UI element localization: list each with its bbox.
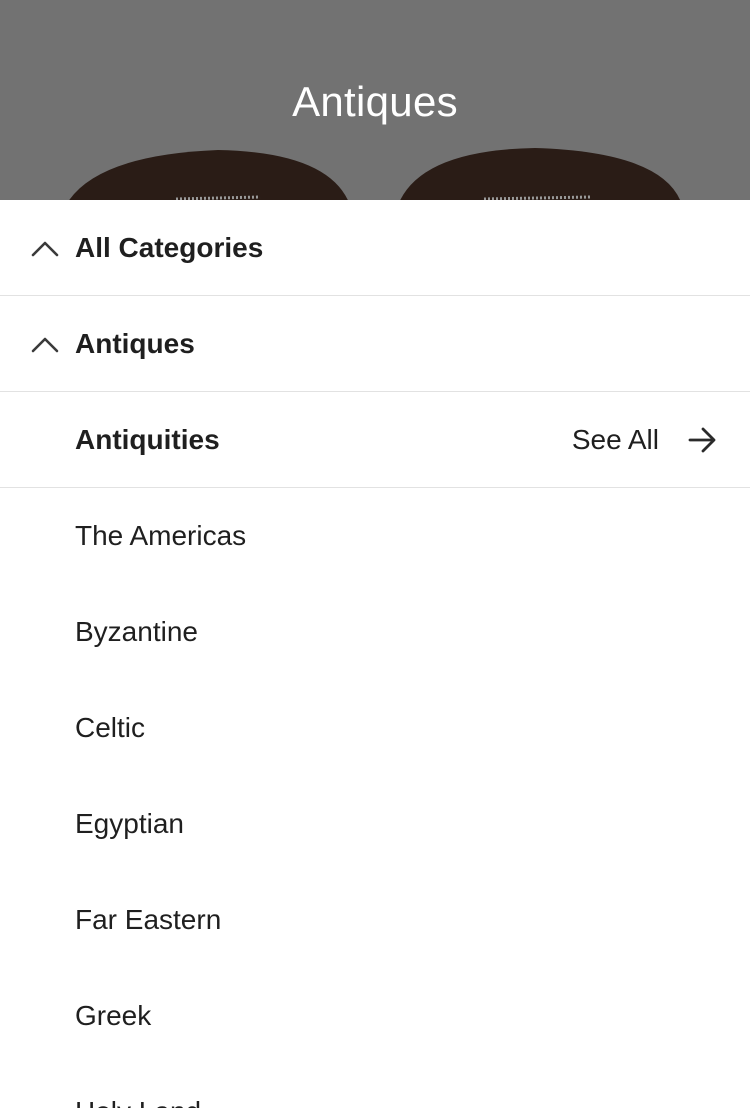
category-list: All Categories Antiques Antiquities See … (0, 200, 750, 1108)
subcategory-label: Greek (75, 1000, 152, 1031)
parent-category-row[interactable]: Antiques (0, 296, 750, 392)
chevron-up-icon (31, 241, 59, 256)
category-hero: Antiques (0, 0, 750, 200)
subcategory-item[interactable]: Greek (0, 968, 750, 1064)
current-category-row: Antiquities See All (0, 392, 750, 488)
subcategory-label: The Americas (75, 520, 247, 551)
arrow-right-icon[interactable] (688, 426, 716, 454)
page-title: Antiques (292, 78, 458, 125)
subcategory-item[interactable]: The Americas (0, 488, 750, 584)
subcategory-item[interactable]: Far Eastern (0, 872, 750, 968)
subcategory-label: Egyptian (75, 808, 184, 839)
subcategory-item[interactable]: Celtic (0, 680, 750, 776)
chevron-up-icon (31, 337, 59, 352)
category-browser: Antiques All Categories Antiques Antiqui… (0, 0, 750, 1108)
subcategory-label: Byzantine (75, 616, 198, 647)
current-category-label: Antiquities (75, 423, 220, 455)
subcategory-label: Far Eastern (75, 904, 222, 935)
subcategory-item[interactable]: Byzantine (0, 584, 750, 680)
subcategory-item[interactable]: Holy Land (0, 1064, 750, 1108)
all-categories-row[interactable]: All Categories (0, 200, 750, 296)
subcategory-label: Holy Land (75, 1095, 201, 1108)
parent-category-label: Antiques (75, 327, 195, 359)
all-categories-label: All Categories (75, 231, 264, 263)
see-all-link[interactable]: See All (572, 423, 659, 457)
subcategory-label: Celtic (75, 712, 146, 743)
subcategory-item[interactable]: Egyptian (0, 776, 750, 872)
